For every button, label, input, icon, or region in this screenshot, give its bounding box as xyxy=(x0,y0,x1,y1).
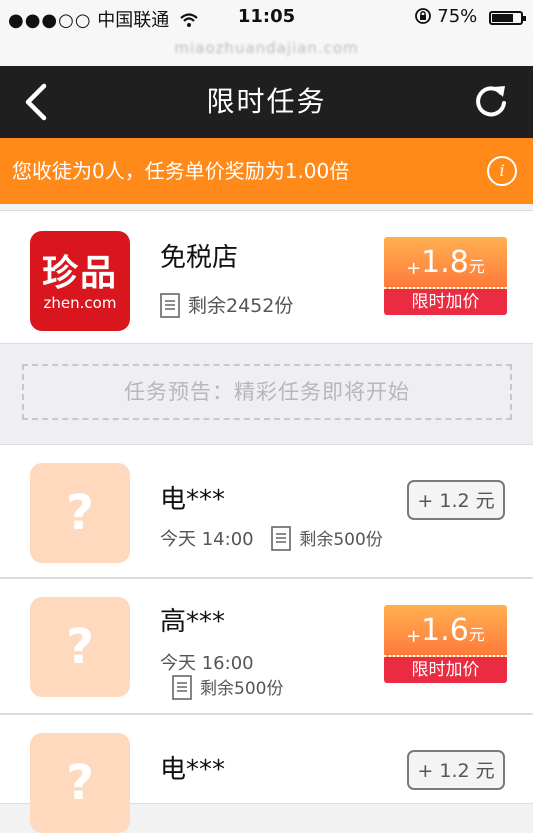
battery-icon xyxy=(489,11,526,25)
task-stock: 剩余500份 xyxy=(172,674,283,700)
price-button[interactable]: + 1.2 元 xyxy=(407,750,505,790)
logo-domain: zhen.com xyxy=(43,294,117,312)
task-name: 高*** xyxy=(160,607,226,637)
document-icon xyxy=(271,526,292,551)
task-preview-notice: 任务预告：精彩任务即将开始 xyxy=(22,364,512,420)
task-time: 今天 16:00 xyxy=(160,653,254,674)
price-badge[interactable]: +1.6元 限时加价 xyxy=(384,605,507,683)
task-item-1[interactable]: 珍品 zhen.com 免税店 剩余2452份 +1.8元 限时加价 xyxy=(0,210,533,344)
notice-section: 任务预告：精彩任务即将开始 xyxy=(0,344,533,444)
task-name: 免税店 xyxy=(160,243,239,273)
task-name: 电*** xyxy=(160,485,226,515)
placeholder-icon: ? xyxy=(30,597,130,697)
price-badge[interactable]: +1.8元 限时加价 xyxy=(384,237,507,315)
limited-bonus-tag: 限时加价 xyxy=(384,657,507,683)
task-item-3[interactable]: ? 高*** 今天 16:00 剩余500份 +1.6元 限时加价 xyxy=(0,578,533,714)
stock-remaining: 剩余500份 xyxy=(299,530,383,550)
page-title: 限时任务 xyxy=(206,85,327,118)
url-bar[interactable]: miaozhuandajian.com xyxy=(0,34,533,66)
rotation-lock-icon xyxy=(414,8,431,24)
placeholder-icon: ? xyxy=(30,733,130,833)
stock-remaining: 剩余500份 xyxy=(200,679,284,699)
price-button[interactable]: + 1.2 元 xyxy=(407,480,505,520)
refresh-button[interactable] xyxy=(471,81,511,121)
document-icon xyxy=(160,293,180,318)
info-icon[interactable]: i xyxy=(487,156,517,186)
nav-header: 限时任务 xyxy=(0,66,533,138)
task-meta: 今天 14:00 剩余500份 xyxy=(160,525,383,551)
banner-text: 您收徒为0人，任务单价奖励为1.00倍 xyxy=(12,159,350,183)
task-time: 今天 14:00 xyxy=(160,529,254,550)
reward-banner: 您收徒为0人，任务单价奖励为1.00倍 i xyxy=(0,138,533,204)
battery-percent: 75% xyxy=(437,6,478,27)
task-item-2[interactable]: ? 电*** 今天 14:00 剩余500份 + 1.2 元 xyxy=(0,444,533,578)
stock-remaining: 剩余2452份 xyxy=(188,295,294,317)
document-icon xyxy=(172,675,192,700)
task-name: 电*** xyxy=(160,755,226,785)
task-stock: 剩余2452份 xyxy=(160,291,293,318)
battery-info: 75% xyxy=(414,6,526,27)
price-amount: +1.6元 xyxy=(384,605,507,657)
app-logo: 珍品 zhen.com xyxy=(30,231,130,331)
placeholder-icon: ? xyxy=(30,463,130,563)
logo-text: 珍品 xyxy=(41,252,118,294)
limited-bonus-tag: 限时加价 xyxy=(384,289,507,315)
status-bar: ●●●○○ 中国联通 11:05 75% xyxy=(0,0,533,34)
price-amount: +1.8元 xyxy=(384,237,507,289)
task-item-4[interactable]: ? 电*** + 1.2 元 xyxy=(0,714,533,833)
